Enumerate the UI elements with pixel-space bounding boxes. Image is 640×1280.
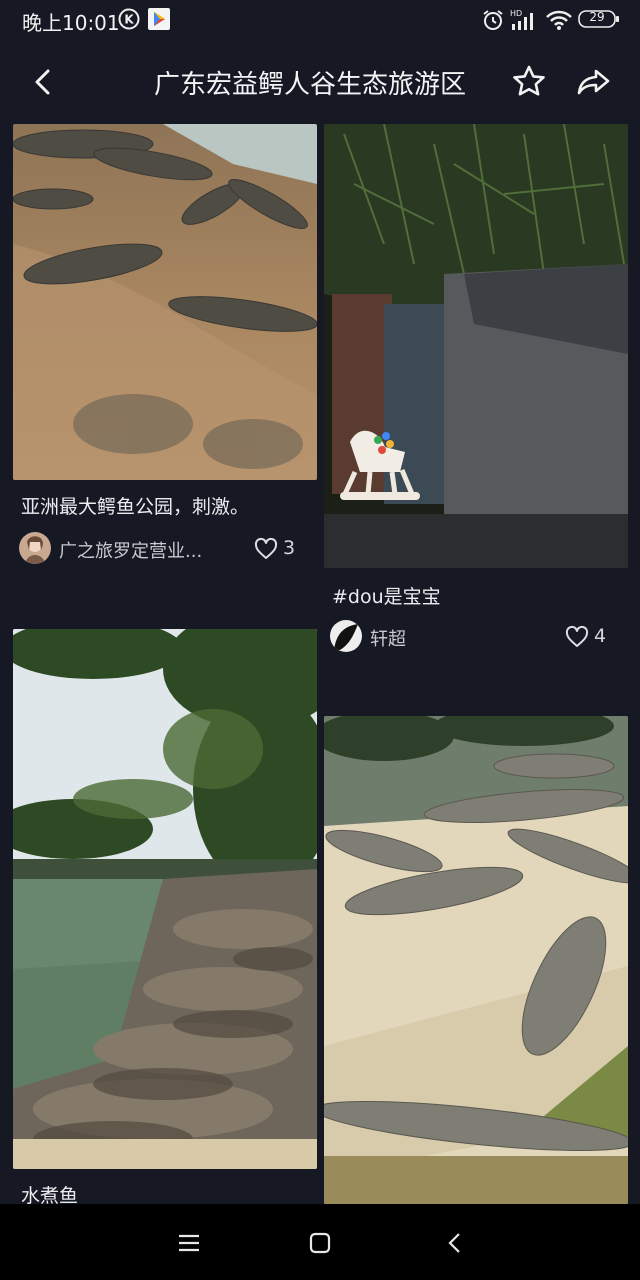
alarm-icon <box>481 8 505 36</box>
author-name: 广之旅罗定营业... <box>59 541 203 562</box>
share-button[interactable] <box>574 62 614 102</box>
favorite-button[interactable] <box>509 62 549 102</box>
status-time: 晚上10:01 <box>22 11 120 35</box>
svg-text:K: K <box>124 13 134 27</box>
feed-card[interactable]: 亚洲最大鳄鱼公园，刺激。 广之旅罗定营业... 3 <box>13 124 317 584</box>
heart-icon <box>254 537 278 559</box>
card-caption: 水煮鱼 <box>21 1185 79 1204</box>
card-thumbnail-crocodiles-sand[interactable] <box>13 124 317 480</box>
feed-card[interactable]: 水煮鱼 <box>13 629 317 1204</box>
like-button[interactable]: 3 <box>253 536 313 564</box>
battery-icon: 29 <box>578 9 620 33</box>
system-back-button[interactable] <box>440 1228 470 1258</box>
battery-level: 29 <box>589 10 605 24</box>
home-button[interactable] <box>305 1228 335 1258</box>
card-author[interactable]: 广之旅罗定营业... 3 <box>19 532 309 566</box>
card-caption: #dou是宝宝 <box>332 586 441 608</box>
svg-text:HD: HD <box>510 9 522 18</box>
wifi-icon <box>545 8 573 36</box>
card-author[interactable]: 轩超 4 <box>330 620 620 654</box>
avatar[interactable] <box>19 532 51 564</box>
like-button[interactable]: 4 <box>564 624 624 652</box>
feed-card[interactable] <box>324 716 628 1204</box>
author-name: 轩超 <box>370 629 406 650</box>
back-chevron-icon <box>448 1233 460 1253</box>
star-icon <box>513 65 545 96</box>
avatar[interactable] <box>330 620 362 652</box>
k-app-icon: K <box>118 8 140 34</box>
hd-signal-icon: HD <box>510 8 538 36</box>
like-count: 3 <box>283 537 296 559</box>
status-bar: 晚上10:01 K HD 29 <box>0 0 640 40</box>
card-caption: 亚洲最大鳄鱼公园，刺激。 <box>21 496 250 518</box>
title-bar: 广东宏益鳄人谷生态旅游区 <box>0 40 640 124</box>
menu-button[interactable] <box>174 1228 204 1258</box>
card-thumbnail-crocodiles-basking[interactable] <box>324 716 628 1204</box>
share-icon <box>577 69 610 95</box>
card-thumbnail-night-yard[interactable] <box>324 124 628 568</box>
feed-grid: 亚洲最大鳄鱼公园，刺激。 广之旅罗定营业... 3 #dou是宝宝 轩超 4 水… <box>0 124 640 1204</box>
feed-card[interactable]: #dou是宝宝 轩超 4 <box>324 124 628 664</box>
system-navigation-bar <box>0 1204 640 1280</box>
play-store-icon <box>148 8 170 34</box>
home-square-icon <box>309 1232 331 1254</box>
menu-icon <box>179 1234 199 1252</box>
card-thumbnail-crocodile-pond[interactable] <box>13 629 317 1169</box>
like-count: 4 <box>594 625 607 647</box>
heart-icon <box>565 625 589 647</box>
